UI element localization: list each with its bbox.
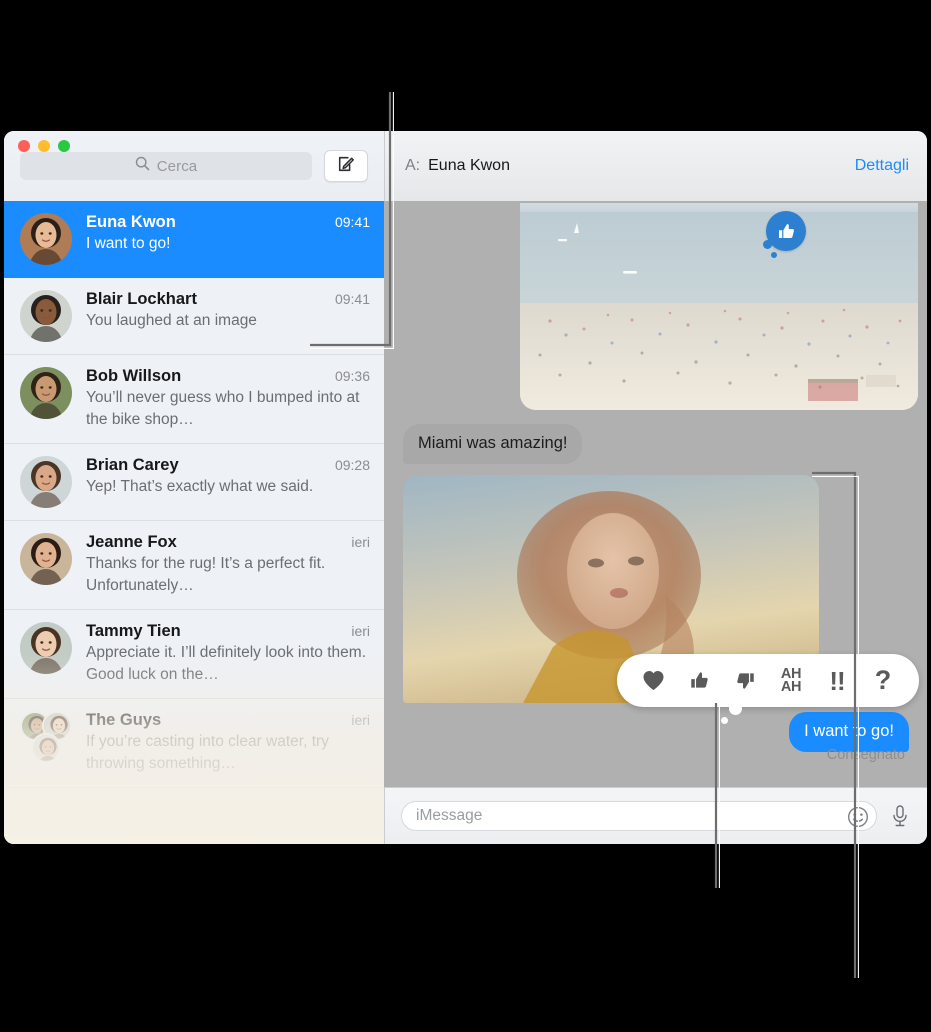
thumbs-up-icon — [778, 223, 794, 238]
avatar — [20, 367, 72, 419]
miami-bubble[interactable]: Miami was amazing! — [403, 424, 583, 465]
details-link[interactable]: Dettagli — [855, 157, 909, 175]
window-traffic-lights — [18, 140, 70, 152]
close-button[interactable] — [18, 140, 30, 152]
messages-window: Cerca Euna Kwon 09:41 I want to go! Blair L… — [4, 131, 927, 844]
heart-icon — [642, 670, 664, 691]
conversation-row-top: The Guys ieri — [86, 711, 370, 730]
tapback-heart-option[interactable] — [630, 654, 676, 707]
conversation-snippet: Appreciate it. I’ll definitely look into… — [86, 644, 366, 683]
compose-icon — [337, 155, 355, 178]
conversation-name: Bob Willson — [86, 367, 182, 385]
imessage-placeholder: iMessage — [416, 807, 483, 824]
conversation-list[interactable]: Euna Kwon 09:41 I want to go! Blair Lockhar… — [4, 201, 384, 844]
conversation-row-body: Brian Carey 09:28 Yep! That’s exactly what… — [86, 456, 370, 498]
avatar — [20, 622, 72, 674]
miami-bubble-text: Miami was amazing! — [418, 434, 568, 452]
conversation-snippet: You’ll never guess who I bumped into at … — [86, 389, 360, 428]
conversation-row-top: Euna Kwon 09:41 — [86, 213, 370, 232]
i-want-to-go-text: I want to go! — [804, 722, 894, 740]
delivery-status: Consegnato — [826, 747, 905, 763]
conversation-name: The Guys — [86, 711, 162, 729]
conversation-row-top: Brian Carey 09:28 — [86, 456, 370, 475]
search-input[interactable]: Cerca — [20, 152, 312, 180]
avatar — [20, 290, 72, 342]
conversation-row-tammy-tien[interactable]: Tammy Tien ieri Appreciate it. I’ll defini… — [4, 610, 384, 699]
conversation-name: Jeanne Fox — [86, 533, 177, 551]
conversation-row-body: Euna Kwon 09:41 I want to go! — [86, 213, 370, 255]
tapback-picker[interactable]: AH AH !! ? — [617, 654, 919, 724]
conversation-row-top: Blair Lockhart 09:41 — [86, 290, 370, 309]
conversation-row-blair-lockhart[interactable]: Blair Lockhart 09:41 You laughed at an ima… — [4, 278, 384, 355]
conversation-time: ieri — [351, 712, 370, 728]
conversation-name: Brian Carey — [86, 456, 179, 474]
conversation-time: 09:36 — [334, 368, 370, 384]
smiley-icon — [847, 806, 869, 828]
message-transcript: Miami was amazing! AH AH !! ? I want to … — [384, 201, 927, 787]
microphone-icon — [893, 805, 907, 827]
minimize-button[interactable] — [38, 140, 50, 152]
avatar — [20, 533, 72, 585]
tapback-thumbs-up-option[interactable] — [676, 654, 722, 707]
search-icon — [135, 156, 150, 176]
beach-photo — [520, 203, 918, 410]
conversation-row-bob-willson[interactable]: Bob Willson 09:36 You’ll never guess who I… — [4, 355, 384, 444]
message-composer: iMessage — [384, 787, 927, 844]
to-label: A: — [405, 157, 421, 174]
conversation-snippet: You laughed at an image — [86, 312, 257, 329]
conversation-row-body: Blair Lockhart 09:41 You laughed at an ima… — [86, 290, 370, 332]
microphone-button[interactable] — [887, 801, 913, 831]
haha-icon: AH AH — [780, 665, 802, 695]
sidebar: Cerca Euna Kwon 09:41 I want to go! Blair L… — [4, 131, 384, 844]
thumbs-up-icon — [690, 672, 708, 688]
conversation-row-body: Tammy Tien ieri Appreciate it. I’ll defini… — [86, 622, 370, 686]
conversation-row-body: The Guys ieri If you’re casting into clear… — [86, 711, 370, 775]
conversation-row-top: Bob Willson 09:36 — [86, 367, 370, 386]
conversation-name: Tammy Tien — [86, 622, 181, 640]
beach-photo-message[interactable] — [520, 203, 918, 410]
avatar — [20, 213, 72, 265]
conversation-row-jeanne-fox[interactable]: Jeanne Fox ieri Thanks for the rug! It’s a… — [4, 521, 384, 610]
tapback-exclamation-option[interactable]: !! — [814, 654, 860, 707]
conversation-time: 09:41 — [334, 214, 370, 230]
exclamation-icon: !! — [829, 665, 845, 696]
conversation-time: 09:41 — [334, 291, 370, 307]
conversation-snippet: I want to go! — [86, 235, 171, 252]
compose-button[interactable] — [324, 150, 368, 182]
thumbs-down-icon — [736, 673, 754, 689]
conversation-time: ieri — [351, 534, 370, 550]
imessage-input[interactable]: iMessage — [401, 801, 877, 831]
conversation-row-top: Tammy Tien ieri — [86, 622, 370, 641]
conversation-snippet: Yep! That’s exactly what we said. — [86, 478, 314, 495]
emoji-button[interactable] — [846, 805, 870, 829]
conversation-time: 09:28 — [334, 457, 370, 473]
conversation-snippet: If you’re casting into clear water, try … — [86, 733, 329, 772]
conversation-header: A: Euna Kwon Dettagli — [384, 131, 927, 201]
conversation-name: Blair Lockhart — [86, 290, 197, 308]
conversation-row-top: Jeanne Fox ieri — [86, 533, 370, 552]
conversation-snippet: Thanks for the rug! It’s a perfect fit. … — [86, 555, 326, 594]
avatar — [20, 456, 72, 508]
conversation-row-body: Jeanne Fox ieri Thanks for the rug! It’s a… — [86, 533, 370, 597]
conversation-row-body: Bob Willson 09:36 You’ll never guess who I… — [86, 367, 370, 431]
search-placeholder: Cerca — [156, 157, 198, 175]
conversation-pane: A: Euna Kwon Dettagli Miami was amazing!… — [384, 131, 927, 844]
zoom-button[interactable] — [58, 140, 70, 152]
conversation-row-brian-carey[interactable]: Brian Carey 09:28 Yep! That’s exactly what… — [4, 444, 384, 521]
tapback-haha-option[interactable]: AH AH — [768, 654, 814, 707]
conversation-time: ieri — [351, 623, 370, 639]
tapback-question-option[interactable]: ? — [860, 654, 906, 707]
conversation-row-the-guys[interactable]: The Guys ieri If you’re casting into clear… — [4, 699, 384, 788]
tapback-thumbs-down-option[interactable] — [722, 654, 768, 707]
recipient-name[interactable]: Euna Kwon — [428, 157, 855, 175]
conversation-row-euna-kwon[interactable]: Euna Kwon 09:41 I want to go! — [4, 201, 384, 278]
question-icon: ? — [874, 665, 892, 695]
group-avatar — [20, 711, 72, 763]
conversation-name: Euna Kwon — [86, 213, 176, 231]
thumbs-up-tapback-badge[interactable] — [763, 211, 806, 258]
